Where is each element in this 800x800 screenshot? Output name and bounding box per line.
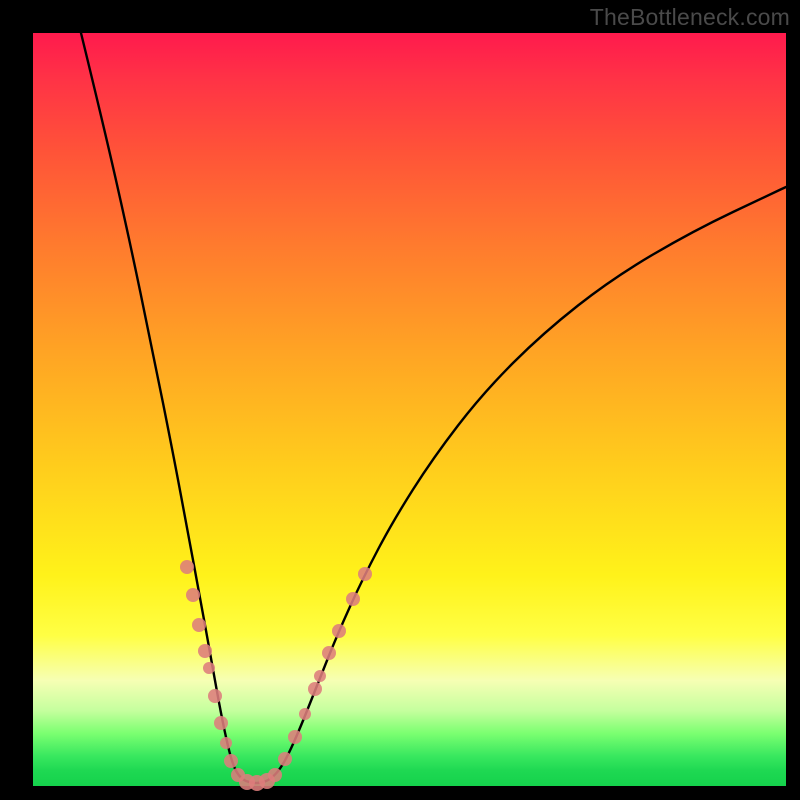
data-marker bbox=[208, 689, 222, 703]
chart-plot-area bbox=[33, 33, 786, 786]
data-marker bbox=[308, 682, 322, 696]
data-marker bbox=[278, 752, 292, 766]
data-marker bbox=[180, 560, 194, 574]
data-marker bbox=[314, 670, 326, 682]
data-marker bbox=[203, 662, 215, 674]
data-marker bbox=[268, 768, 282, 782]
data-marker bbox=[214, 716, 228, 730]
data-marker bbox=[288, 730, 302, 744]
data-marker bbox=[346, 592, 360, 606]
chart-frame: TheBottleneck.com bbox=[0, 0, 800, 800]
data-marker bbox=[322, 646, 336, 660]
data-marker bbox=[192, 618, 206, 632]
data-marker bbox=[224, 754, 238, 768]
data-marker bbox=[358, 567, 372, 581]
data-marker bbox=[332, 624, 346, 638]
bottleneck-curve-svg bbox=[33, 33, 786, 786]
data-marker bbox=[198, 644, 212, 658]
bottleneck-curve bbox=[81, 33, 786, 783]
data-marker bbox=[186, 588, 200, 602]
data-marker bbox=[299, 708, 311, 720]
watermark-text: TheBottleneck.com bbox=[590, 4, 790, 31]
marker-group bbox=[180, 560, 372, 791]
data-marker bbox=[220, 737, 232, 749]
